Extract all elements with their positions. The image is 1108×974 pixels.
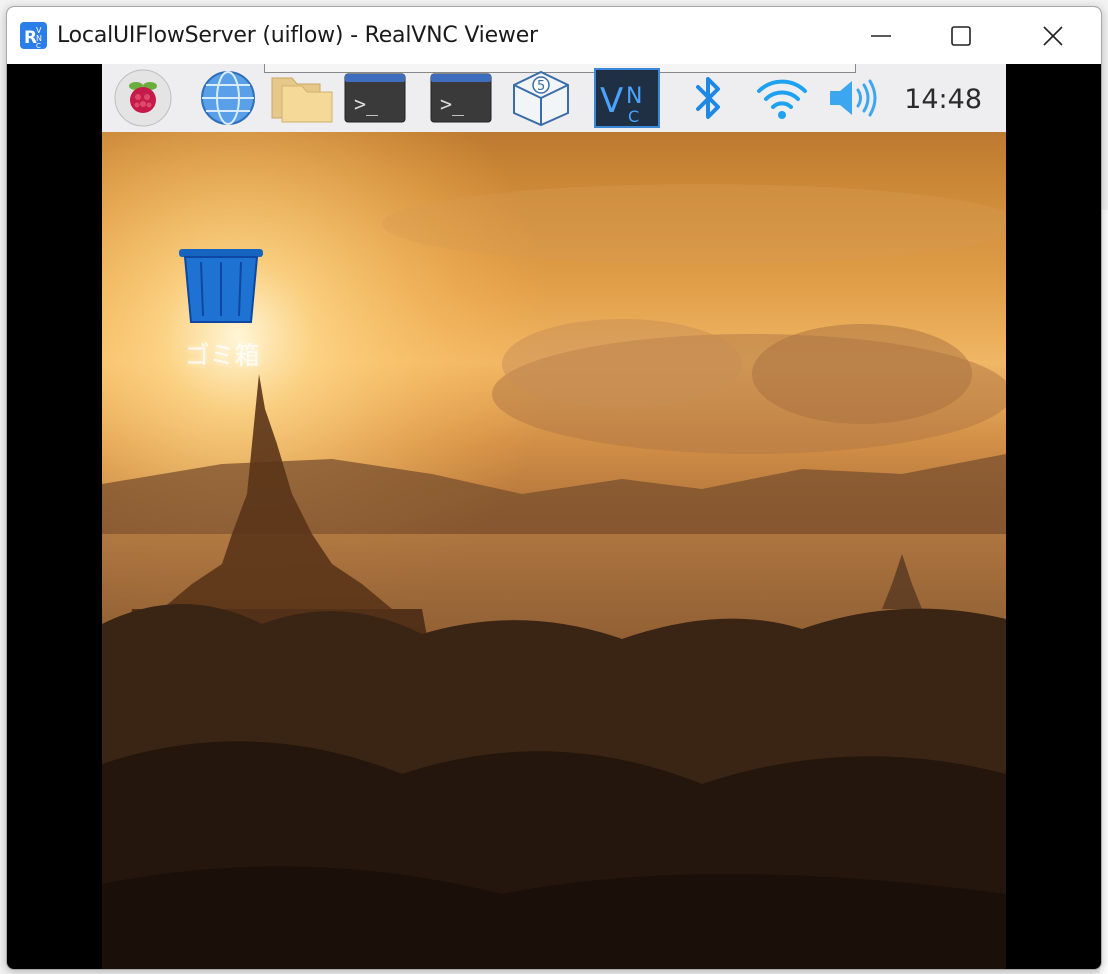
svg-text:N: N xyxy=(626,84,642,109)
package-box-icon: 5 xyxy=(513,70,569,127)
web-browser-icon xyxy=(201,71,255,125)
svg-text:C: C xyxy=(36,42,41,49)
minimize-icon xyxy=(871,34,891,37)
taskbar: >_ >_ 5 V N C 14:48 xyxy=(102,64,1006,132)
bluetooth-icon xyxy=(696,77,720,119)
svg-text:>_: >_ xyxy=(354,92,379,116)
bluetooth-button[interactable] xyxy=(684,70,734,126)
web-browser-button[interactable] xyxy=(198,70,258,126)
terminal-button[interactable]: >_ xyxy=(342,70,408,126)
raspberry-pi-menu-button[interactable] xyxy=(112,69,174,127)
svg-text:V: V xyxy=(600,81,623,121)
vnc-viewer-window: R V N C LocalUIFlowServer (uiflow) - Rea… xyxy=(6,6,1102,970)
close-icon xyxy=(1043,25,1063,46)
window-title: LocalUIFlowServer (uiflow) - RealVNC Vie… xyxy=(57,23,538,48)
clock[interactable]: 14:48 xyxy=(904,84,982,115)
svg-text:5: 5 xyxy=(537,79,545,94)
volume-button[interactable] xyxy=(824,70,884,126)
volume-icon xyxy=(830,79,877,117)
raspberry-pi-menu-icon xyxy=(114,69,172,127)
file-manager-button[interactable] xyxy=(269,70,335,126)
terminal-button-2[interactable]: >_ xyxy=(428,70,494,126)
realvnc-icon: R V N C xyxy=(20,22,47,49)
file-manager-icon xyxy=(271,77,333,123)
maximize-button[interactable] xyxy=(915,7,1007,64)
vnc-icon: V N C xyxy=(594,68,660,128)
minimize-button[interactable] xyxy=(835,7,927,64)
close-button[interactable] xyxy=(1007,7,1099,64)
terminal-icon: >_ xyxy=(344,73,406,123)
maximize-icon xyxy=(951,25,971,46)
remote-desktop-screen[interactable]: >_ >_ 5 V N C 14:48 ゴミ箱 xyxy=(102,64,1006,969)
terminal-icon: >_ xyxy=(430,73,492,123)
wifi-icon xyxy=(757,79,807,119)
package-box-button[interactable]: 5 xyxy=(508,70,574,127)
svg-text:>_: >_ xyxy=(440,92,465,116)
trash-label[interactable]: ゴミ箱 xyxy=(172,336,272,372)
svg-text:C: C xyxy=(628,107,639,126)
desktop-wallpaper xyxy=(102,64,1006,969)
title-bar[interactable]: R V N C LocalUIFlowServer (uiflow) - Rea… xyxy=(7,7,1101,64)
wifi-button[interactable] xyxy=(752,70,812,126)
trash-icon[interactable] xyxy=(177,244,265,324)
vnc-server-button[interactable]: V N C xyxy=(594,68,660,128)
